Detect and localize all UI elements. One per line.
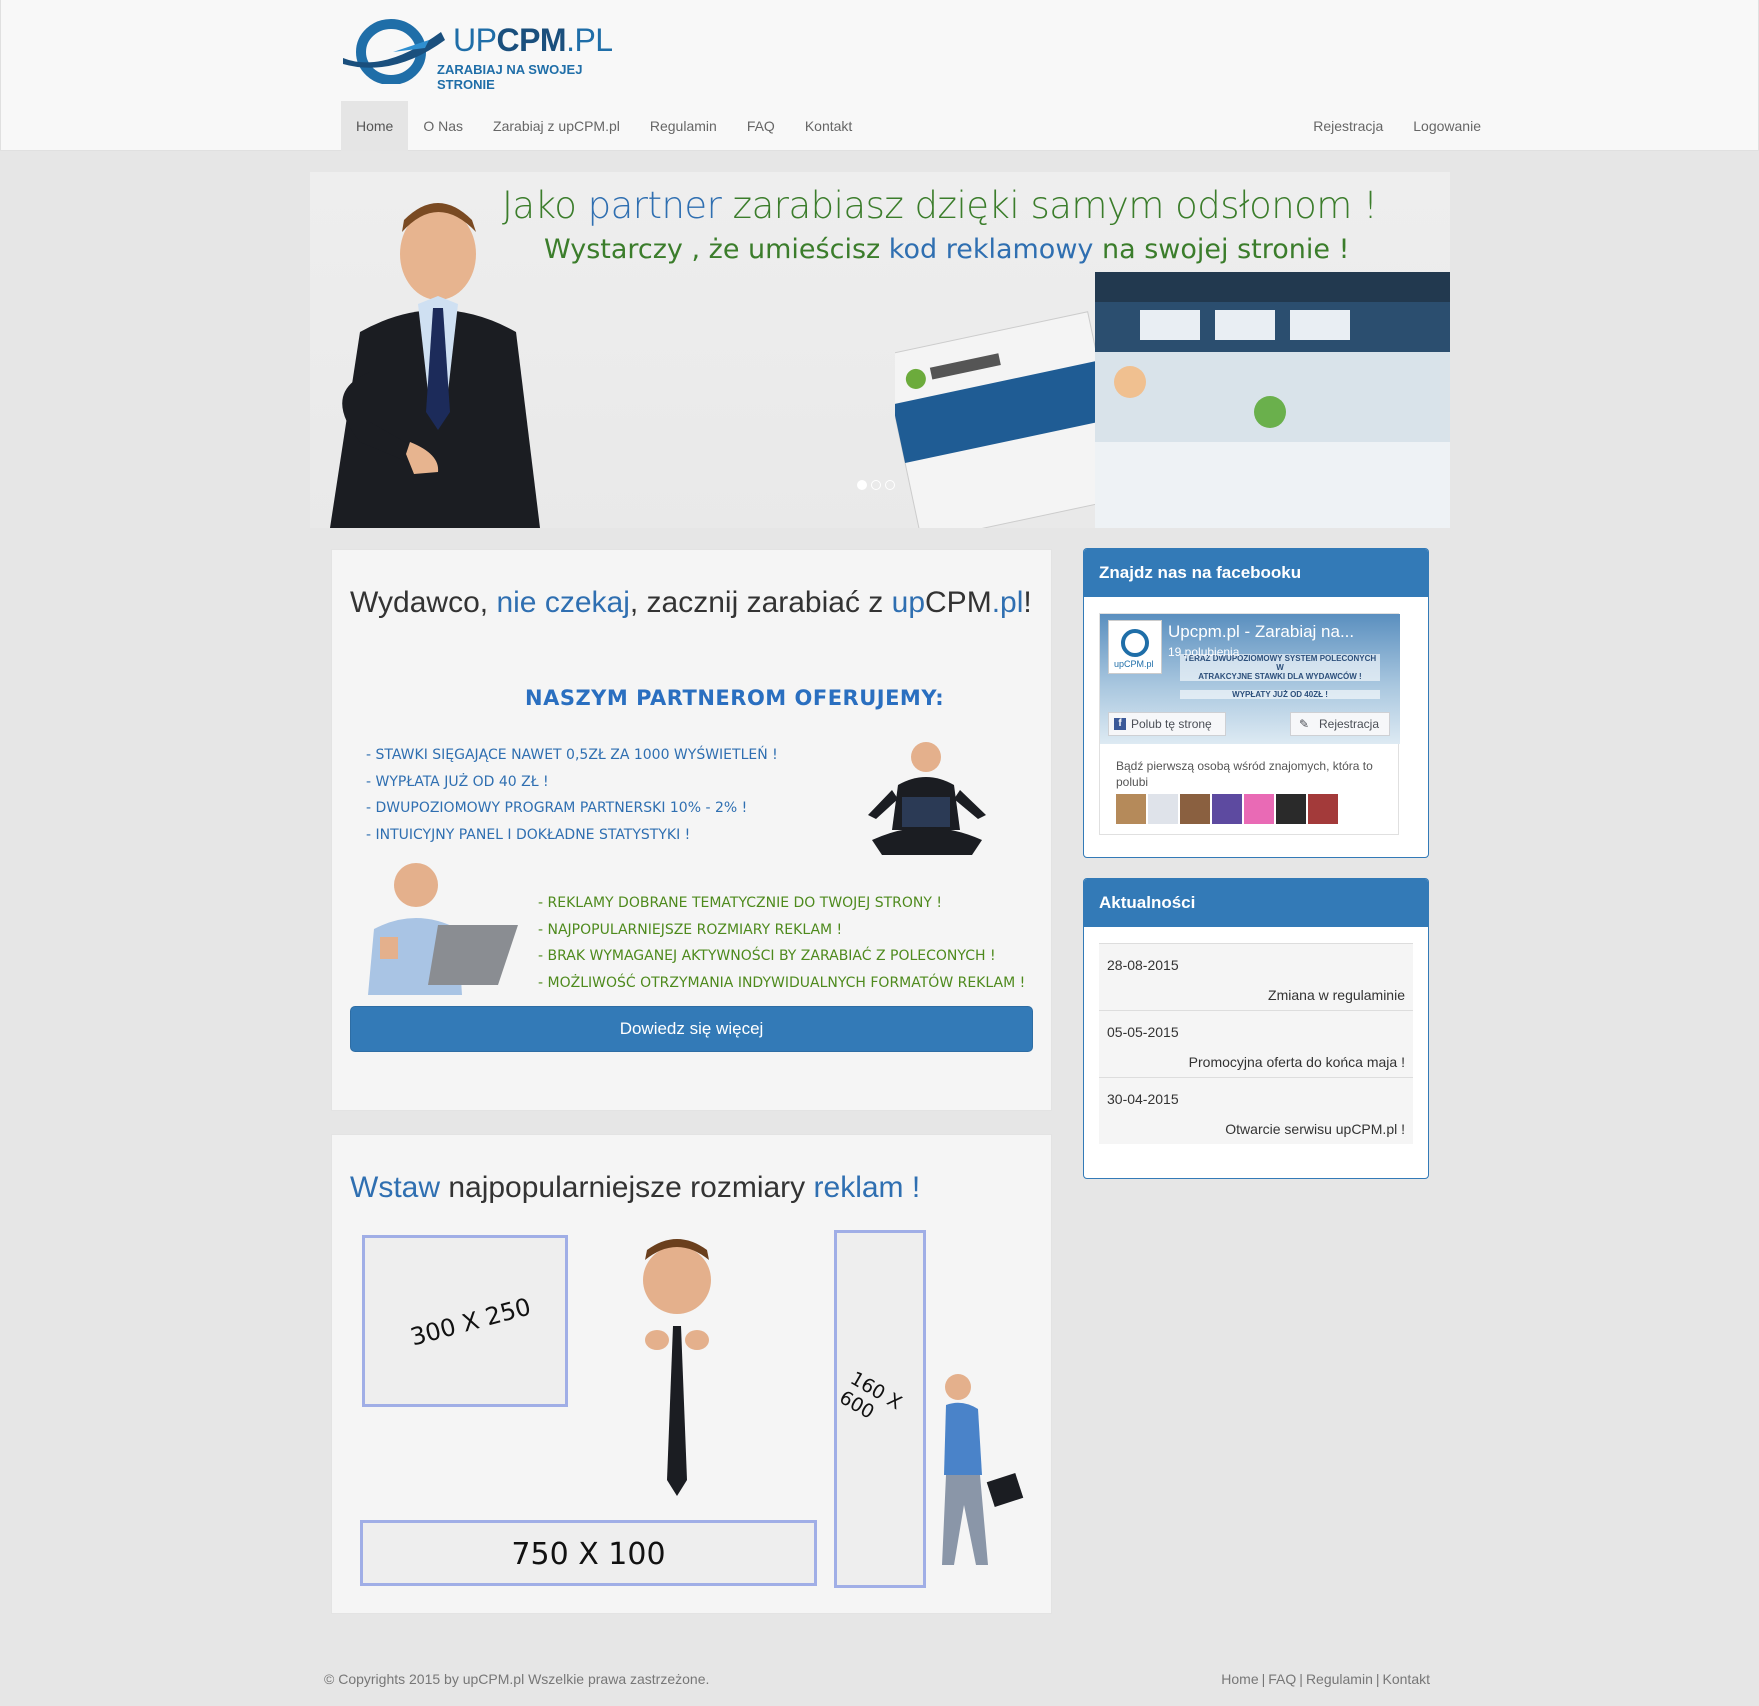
fan-avatar[interactable] bbox=[1116, 794, 1146, 824]
offer-list-a: - STAWKI SIĘGAJĄCE NAWET 0,5ZŁ ZA 1000 W… bbox=[366, 742, 778, 848]
footer-link-faq[interactable]: FAQ bbox=[1268, 1671, 1296, 1687]
news-date: 30-04-2015 bbox=[1107, 1091, 1179, 1107]
offer-item: - MOŻLIWOŚĆ OTRZYMANIA INDYWIDUALNYCH FO… bbox=[538, 974, 1026, 991]
publisher-panel: Wydawco, nie czekaj, zacznij zarabiać z … bbox=[331, 549, 1052, 1111]
facebook-register-label: Rejestracja bbox=[1319, 717, 1380, 731]
nav-rejestracja[interactable]: Rejestracja bbox=[1298, 101, 1398, 151]
footer-link-regulamin[interactable]: Regulamin bbox=[1306, 1671, 1373, 1687]
facebook-like-button[interactable]: f Polub tę stronę bbox=[1108, 712, 1226, 736]
website-screenshots-image bbox=[895, 272, 1450, 528]
fan-avatar[interactable] bbox=[1212, 794, 1242, 824]
offer-list-b: - REKLAMY DOBRANE TEMATYCZNIE DO TWOJEJ … bbox=[538, 890, 1025, 996]
footer-links: Home | FAQ | Regulamin | Kontakt bbox=[1221, 1671, 1430, 1687]
banner-headline: Jako partner zarabiasz dzięki samym odsł… bbox=[502, 184, 1378, 227]
ad-formats-panel: Wstaw najpopularniejsze rozmiary reklam … bbox=[331, 1134, 1052, 1614]
publisher-title: Wydawco, nie czekaj, zacznij zarabiać z … bbox=[350, 586, 1032, 619]
offer-item: - WYPŁATA JUŻ OD 40 ZŁ ! bbox=[366, 773, 549, 790]
facebook-like-count: 19 polubienia bbox=[1168, 645, 1240, 659]
news-title[interactable]: Otwarcie serwisu upCPM.pl ! bbox=[1225, 1121, 1405, 1137]
footer-link-kontakt[interactable]: Kontakt bbox=[1383, 1671, 1430, 1687]
footer-separator: | bbox=[1261, 1671, 1266, 1687]
fan-avatar[interactable] bbox=[1180, 794, 1210, 824]
carousel-dot-1[interactable] bbox=[857, 480, 867, 490]
news-title[interactable]: Promocyjna oferta do końca maja ! bbox=[1189, 1054, 1405, 1070]
news-date: 05-05-2015 bbox=[1107, 1024, 1179, 1040]
main-nav: Home O Nas Zarabiaj z upCPM.pl Regulamin… bbox=[341, 101, 867, 151]
news-date: 28-08-2015 bbox=[1107, 957, 1179, 973]
facebook-page-avatar[interactable]: upCPM.pl bbox=[1108, 620, 1162, 674]
facebook-like-label: Polub tę stronę bbox=[1131, 717, 1212, 731]
fan-avatar[interactable] bbox=[1148, 794, 1178, 824]
nav-o-nas[interactable]: O Nas bbox=[408, 101, 478, 151]
facebook-widget: Znajdz nas na facebooku TERAZ DWUPOZIOMO… bbox=[1083, 548, 1429, 858]
ad-format-160x600: 160 X 600 bbox=[834, 1230, 926, 1588]
man-with-laptop-image bbox=[868, 742, 986, 855]
news-item[interactable]: 05-05-2015 Promocyjna oferta do końca ma… bbox=[1099, 1010, 1413, 1077]
nav-zarabiaj[interactable]: Zarabiaj z upCPM.pl bbox=[478, 101, 635, 151]
facebook-widget-heading: Znajdz nas na facebooku bbox=[1084, 549, 1428, 597]
offer-item: - REKLAMY DOBRANE TEMATYCZNIE DO TWOJEJ … bbox=[538, 895, 943, 911]
man-walking-phone-image bbox=[942, 1374, 1024, 1565]
carousel-indicators bbox=[857, 480, 895, 490]
news-list: 28-08-2015 Zmiana w regulaminie 05-05-20… bbox=[1099, 943, 1413, 1144]
news-item[interactable]: 30-04-2015 Otwarcie serwisu upCPM.pl ! bbox=[1099, 1077, 1413, 1144]
hero-carousel[interactable]: Jako partner zarabiasz dzięki samym odsł… bbox=[310, 172, 1450, 528]
fan-avatar[interactable] bbox=[1244, 794, 1274, 824]
carousel-dot-2[interactable] bbox=[871, 480, 881, 490]
news-widget-heading: Aktualności bbox=[1084, 879, 1428, 927]
learn-more-button[interactable]: Dowiedz się więcej bbox=[350, 1006, 1033, 1052]
logo-swirl-icon: upCPM.pl bbox=[1114, 629, 1154, 669]
footer-separator: | bbox=[1375, 1671, 1380, 1687]
nav-home[interactable]: Home bbox=[341, 101, 409, 151]
nav-faq[interactable]: FAQ bbox=[732, 101, 790, 151]
pencil-icon: ✎ bbox=[1299, 717, 1310, 731]
carousel-dot-3[interactable] bbox=[885, 480, 895, 490]
facebook-cover: TERAZ DWUPOZIOMOWY SYSTEM POLECONYCH W A… bbox=[1100, 614, 1400, 744]
logo-swirl-icon bbox=[343, 19, 445, 84]
account-nav: Rejestracja Logowanie bbox=[1298, 101, 1496, 151]
offer-item: - STAWKI SIĘGAJĄCE NAWET 0,5ZŁ ZA 1000 W… bbox=[366, 747, 778, 763]
logo-wordmark: UPCPM.PL bbox=[453, 22, 613, 58]
banner-subheadline: Wystarczy , że umieścisz kod reklamowy n… bbox=[544, 234, 1350, 265]
facebook-page-plugin[interactable]: TERAZ DWUPOZIOMOWY SYSTEM POLECONYCH W A… bbox=[1099, 613, 1400, 835]
facebook-friends-text: Bądź pierwszą osobą wśród znajomych, któ… bbox=[1116, 759, 1373, 789]
nav-logowanie[interactable]: Logowanie bbox=[1398, 101, 1496, 151]
site-header: UPCPM.PL ZARABIAJ NA SWOJEJ STRONIE Home… bbox=[0, 0, 1759, 151]
offer-heading: NASZYM PARTNEROM OFERUJEMY: bbox=[525, 686, 945, 710]
man-thumbs-up-laptop-image bbox=[368, 863, 518, 995]
nav-kontakt[interactable]: Kontakt bbox=[790, 101, 867, 151]
man-adjusting-tie-image bbox=[592, 1239, 762, 1520]
businessman-handshake-image bbox=[330, 203, 540, 528]
footer-link-home[interactable]: Home bbox=[1221, 1671, 1258, 1687]
facebook-f-icon: f bbox=[1114, 718, 1126, 730]
news-title[interactable]: Zmiana w regulaminie bbox=[1268, 987, 1405, 1003]
cover-text: WYPŁATY JUŻ OD 40ZŁ ! bbox=[1180, 690, 1380, 699]
formats-title: Wstaw najpopularniejsze rozmiary reklam … bbox=[350, 1171, 921, 1204]
fan-avatar[interactable] bbox=[1308, 794, 1338, 824]
news-item[interactable]: 28-08-2015 Zmiana w regulaminie bbox=[1099, 943, 1413, 1010]
nav-regulamin[interactable]: Regulamin bbox=[635, 101, 732, 151]
ad-format-300x250: 300 X 250 bbox=[362, 1235, 568, 1407]
facebook-fan-avatars bbox=[1116, 794, 1338, 824]
news-widget: Aktualności 28-08-2015 Zmiana w regulami… bbox=[1083, 878, 1429, 1179]
footer-separator: | bbox=[1299, 1671, 1303, 1687]
cover-text: ATRAKCYJNE STAWKI DLA WYDAWCÓW ! bbox=[1180, 672, 1380, 681]
facebook-page-name[interactable]: Upcpm.pl - Zarabiaj na... bbox=[1168, 622, 1354, 642]
offer-item: - INTUICYJNY PANEL I DOKŁADNE STATYSTYKI… bbox=[366, 826, 691, 843]
footer-copyright: © Copyrights 2015 by upCPM.pl Wszelkie p… bbox=[324, 1671, 710, 1687]
svg-text:upCPM.pl: upCPM.pl bbox=[1114, 659, 1154, 669]
fan-avatar[interactable] bbox=[1276, 794, 1306, 824]
logo-tagline: ZARABIAJ NA SWOJEJ STRONIE bbox=[437, 62, 583, 92]
offer-item: - NAJPOPULARNIEJSZE ROZMIARY REKLAM ! bbox=[538, 921, 843, 938]
offer-item: - BRAK WYMAGANEJ AKTYWNOŚCI BY ZARABIAĆ … bbox=[538, 948, 996, 964]
offer-item: - DWUPOZIOMOWY PROGRAM PARTNERSKI 10% - … bbox=[366, 800, 748, 816]
ad-format-750x100: 750 X 100 bbox=[360, 1520, 817, 1586]
facebook-register-button[interactable]: ✎ Rejestracja bbox=[1290, 712, 1390, 736]
site-logo[interactable]: UPCPM.PL ZARABIAJ NA SWOJEJ STRONIE bbox=[333, 18, 633, 92]
